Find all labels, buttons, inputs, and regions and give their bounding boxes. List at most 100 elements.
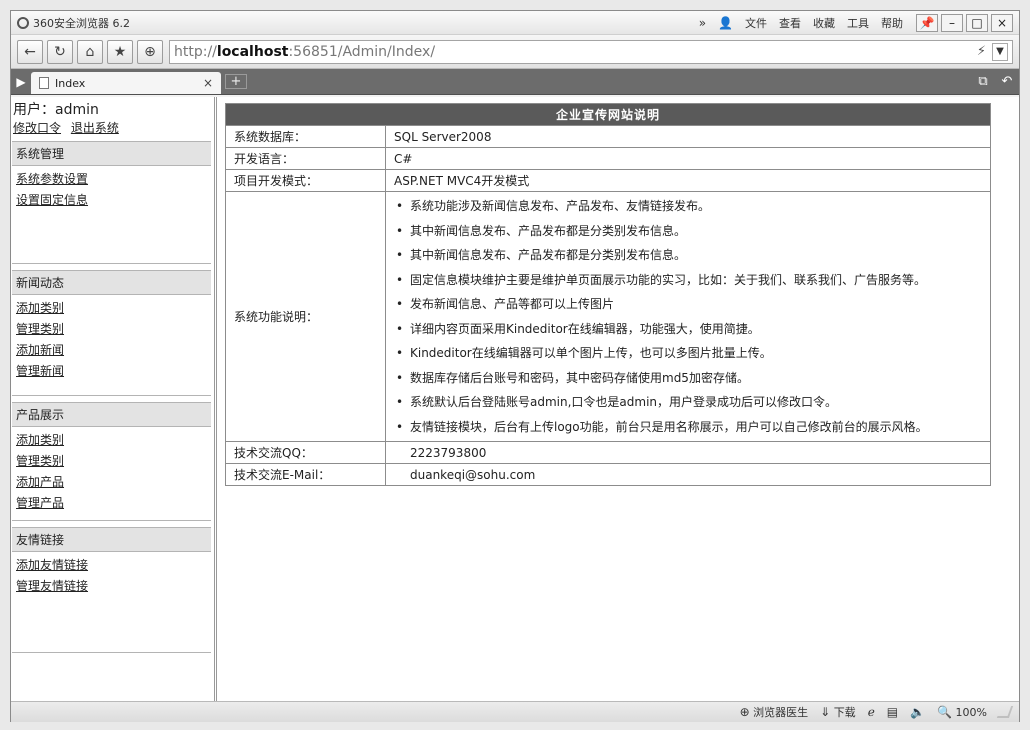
- pin-icon[interactable]: 📌: [916, 13, 938, 32]
- table-row: 系统数据库： SQL Server2008: [225, 125, 991, 148]
- row-value: C#: [385, 147, 991, 170]
- row-label: 项目开发模式：: [225, 169, 386, 192]
- sidebar-item-manage-product[interactable]: 管理产品: [16, 493, 211, 514]
- group-title: 系统管理: [12, 142, 211, 166]
- speed-mode-icon[interactable]: ⚡: [977, 44, 986, 59]
- star-icon[interactable]: ★: [107, 39, 133, 64]
- zoom-control[interactable]: 🔍 100%: [937, 705, 987, 719]
- tab-close-icon[interactable]: ×: [203, 76, 213, 90]
- row-value: 2223793800: [385, 441, 991, 464]
- list-item: 详细内容页面采用Kindeditor在线编辑器，功能强大，使用简捷。: [394, 317, 982, 342]
- group-title: 友情链接: [12, 528, 211, 552]
- undo-close-icon[interactable]: ↶: [995, 69, 1019, 94]
- row-label: 系统数据库：: [225, 125, 386, 148]
- shield-icon[interactable]: ⊕: [137, 39, 163, 64]
- group-title: 新闻动态: [12, 271, 211, 295]
- download-label: 下载: [833, 706, 856, 719]
- current-user: 用户：admin: [13, 102, 99, 118]
- window-title: 360安全浏览器 6.2: [33, 16, 130, 30]
- row-label: 技术交流E-Mail：: [225, 463, 386, 486]
- site-info-table: 企业宣传网站说明 系统数据库： SQL Server2008 开发语言： C# …: [225, 103, 991, 486]
- browser-doctor-button[interactable]: ⊕ 浏览器医生: [740, 704, 809, 720]
- table-row: 技术交流E-Mail： duankeqi@sohu.com: [225, 463, 991, 486]
- change-password-link[interactable]: 修改口令: [13, 121, 61, 135]
- url-host: localhost: [216, 43, 289, 60]
- user-icon[interactable]: 👤: [718, 16, 733, 30]
- sidebar-item-add-product-category[interactable]: 添加类别: [16, 430, 211, 451]
- list-item: 其中新闻信息发布、产品发布都是分类别发布信息。: [394, 243, 982, 268]
- sidebar-item-system-params[interactable]: 系统参数设置: [16, 169, 211, 190]
- home-icon[interactable]: ⌂: [77, 39, 103, 64]
- download-icon: ⇓: [820, 705, 831, 719]
- list-item: 数据库存储后台账号和密码，其中密码存储使用md5加密存储。: [394, 366, 982, 391]
- row-label: 系统功能说明：: [225, 191, 386, 442]
- more-chevron-icon[interactable]: »: [699, 16, 706, 30]
- row-value: duankeqi@sohu.com: [385, 463, 991, 486]
- row-value: ASP.NET MVC4开发模式: [385, 169, 991, 192]
- menu-file[interactable]: 文件: [745, 15, 767, 31]
- list-item: 系统功能涉及新闻信息发布、产品发布、友情链接发布。: [394, 194, 982, 219]
- tab-bar: ▶ Index × + ⧉ ↶: [11, 69, 1019, 95]
- sidebar-item-manage-news[interactable]: 管理新闻: [16, 361, 211, 382]
- table-row: 系统功能说明： 系统功能涉及新闻信息发布、产品发布、友情链接发布。 其中新闻信息…: [225, 191, 991, 442]
- download-button[interactable]: ⇓ 下载: [820, 704, 856, 720]
- zoom-icon: 🔍: [937, 705, 953, 719]
- restore-tabs-icon[interactable]: ⧉: [971, 69, 995, 94]
- sidebar-item-add-news-category[interactable]: 添加类别: [16, 298, 211, 319]
- list-item: 其中新闻信息发布、产品发布都是分类别发布信息。: [394, 219, 982, 244]
- sidebar-toggle-icon[interactable]: ▶: [11, 69, 31, 94]
- sound-icon[interactable]: 🔈: [910, 705, 925, 719]
- table-title: 企业宣传网站说明: [225, 103, 991, 126]
- feature-list: 系统功能涉及新闻信息发布、产品发布、友情链接发布。 其中新闻信息发布、产品发布都…: [394, 192, 982, 441]
- tab-index[interactable]: Index ×: [31, 72, 221, 94]
- close-button[interactable]: ×: [991, 13, 1013, 32]
- menu-view[interactable]: 查看: [779, 15, 801, 31]
- group-title: 产品展示: [12, 403, 211, 427]
- list-item: 系统默认后台登陆账号admin,口令也是admin，用户登录成功后可以修改口令。: [394, 390, 982, 415]
- minimize-button[interactable]: –: [941, 13, 963, 32]
- doctor-icon: ⊕: [739, 705, 750, 719]
- group-news: 新闻动态 添加类别 管理类别 添加新闻 管理新闻: [12, 270, 211, 396]
- sidebar-item-manage-news-category[interactable]: 管理类别: [16, 319, 211, 340]
- resize-grip-icon[interactable]: [996, 706, 1014, 718]
- menu-favorites[interactable]: 收藏: [813, 15, 835, 31]
- ie-icon[interactable]: ℯ: [868, 705, 875, 719]
- table-row: 开发语言： C#: [225, 147, 991, 170]
- menu-bar: » 👤 文件 查看 收藏 工具 帮助: [699, 15, 903, 31]
- sidebar-item-add-product[interactable]: 添加产品: [16, 472, 211, 493]
- refresh-icon[interactable]: ↻: [47, 39, 73, 64]
- title-bar: 360安全浏览器 6.2 » 👤 文件 查看 收藏 工具 帮助 📌 – □ ×: [11, 11, 1019, 35]
- url-prefix: http://: [174, 43, 217, 60]
- admin-sidebar: 用户：admin 修改口令 退出系统 系统管理 系统参数设置 设置固定信息 新闻…: [11, 97, 217, 701]
- menu-help[interactable]: 帮助: [881, 15, 903, 31]
- doctor-label: 浏览器医生: [753, 706, 809, 719]
- row-label: 开发语言：: [225, 147, 386, 170]
- table-row: 技术交流QQ： 2223793800: [225, 441, 991, 464]
- main-panel: 企业宣传网站说明 系统数据库： SQL Server2008 开发语言： C# …: [217, 97, 1019, 701]
- sidebar-item-manage-product-category[interactable]: 管理类别: [16, 451, 211, 472]
- browser-logo-icon: [17, 16, 29, 29]
- maximize-button[interactable]: □: [966, 13, 988, 32]
- new-tab-button[interactable]: +: [225, 74, 247, 89]
- zoom-level: 100%: [955, 706, 987, 719]
- list-item: 友情链接模块，后台有上传logo功能，前台只是用名称展示，用户可以自己修改前台的…: [394, 415, 982, 440]
- sidebar-item-add-friend-link[interactable]: 添加友情链接: [16, 555, 211, 576]
- url-path: :56851/Admin/Index/: [288, 43, 436, 60]
- logout-link[interactable]: 退出系统: [71, 121, 119, 135]
- window-icon[interactable]: ▤: [887, 705, 898, 719]
- back-arrow-icon[interactable]: ←: [17, 39, 43, 64]
- sidebar-item-manage-friend-link[interactable]: 管理友情链接: [16, 576, 211, 597]
- browser-window: 360安全浏览器 6.2 » 👤 文件 查看 收藏 工具 帮助 📌 – □ × …: [10, 10, 1020, 722]
- group-system: 系统管理 系统参数设置 设置固定信息: [12, 141, 211, 264]
- group-links: 友情链接 添加友情链接 管理友情链接: [12, 527, 211, 653]
- list-item: 固定信息模块维护主要是维护单页面展示功能的实习，比如：关于我们、联系我们、广告服…: [394, 268, 982, 293]
- sidebar-item-add-news[interactable]: 添加新闻: [16, 340, 211, 361]
- row-value: SQL Server2008: [385, 125, 991, 148]
- account-links: 修改口令 退出系统: [11, 119, 214, 141]
- row-label: 技术交流QQ：: [225, 441, 386, 464]
- sidebar-item-fixed-info[interactable]: 设置固定信息: [16, 190, 211, 211]
- menu-tools[interactable]: 工具: [847, 15, 869, 31]
- url-dropdown-icon[interactable]: ▼: [992, 42, 1008, 61]
- status-bar: ⊕ 浏览器医生 ⇓ 下载 ℯ ▤ 🔈 🔍 100%: [11, 701, 1019, 722]
- address-bar[interactable]: http:// localhost :56851/Admin/Index/ ⚡ …: [169, 39, 1013, 64]
